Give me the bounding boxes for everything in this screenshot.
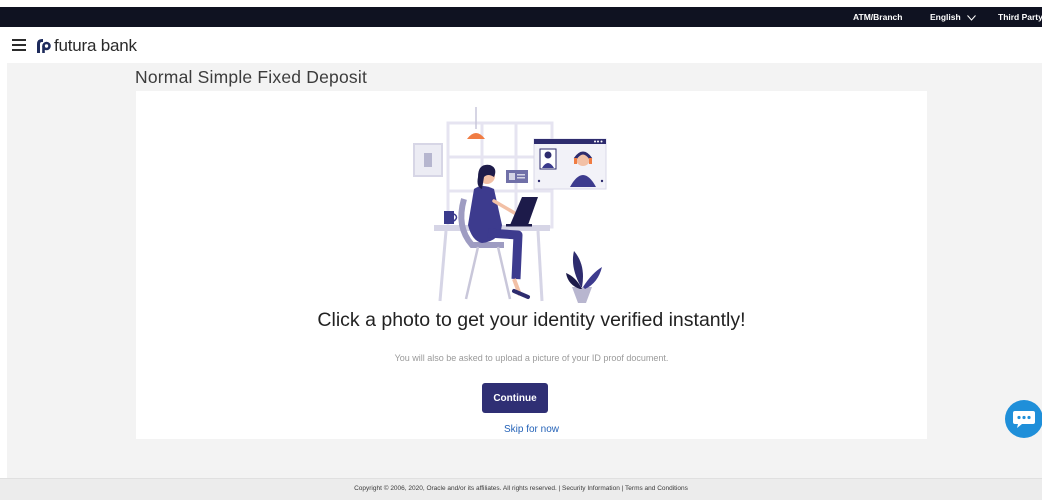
page-title: Normal Simple Fixed Deposit — [135, 67, 368, 87]
language-label: English — [930, 12, 961, 22]
chat-bubble-icon — [1013, 411, 1035, 428]
verification-card: Click a photo to get your identity verif… — [136, 91, 927, 439]
hamburger-icon[interactable] — [12, 39, 26, 51]
continue-button[interactable]: Continue — [482, 383, 548, 413]
third-party-link[interactable]: Third Party — [998, 12, 1042, 22]
brand-logo[interactable]: futura bank — [34, 36, 137, 56]
verification-subtext: You will also be asked to upload a pictu… — [394, 353, 669, 363]
brand-name: futura bank — [54, 36, 137, 55]
language-selector[interactable]: English — [930, 12, 976, 22]
chevron-down-icon — [967, 15, 976, 21]
atm-branch-link[interactable]: ATM/Branch — [853, 12, 902, 22]
page-content: Normal Simple Fixed Deposit Click a phot… — [7, 63, 1042, 478]
verification-headline: Click a photo to get your identity verif… — [317, 309, 746, 331]
futura-bank-logo-icon — [37, 39, 51, 53]
app-header: futura bank — [0, 27, 1042, 63]
page-footer: Copyright © 2006, 2020, Oracle and/or it… — [0, 478, 1042, 500]
top-bar: ATM/Branch English Third Party — [0, 7, 1042, 27]
identity-verification-illustration — [413, 107, 607, 303]
skip-for-now-link[interactable]: Skip for now — [136, 424, 927, 435]
footer-text: Copyright © 2006, 2020, Oracle and/or it… — [354, 485, 688, 492]
chat-button[interactable] — [1005, 400, 1042, 438]
